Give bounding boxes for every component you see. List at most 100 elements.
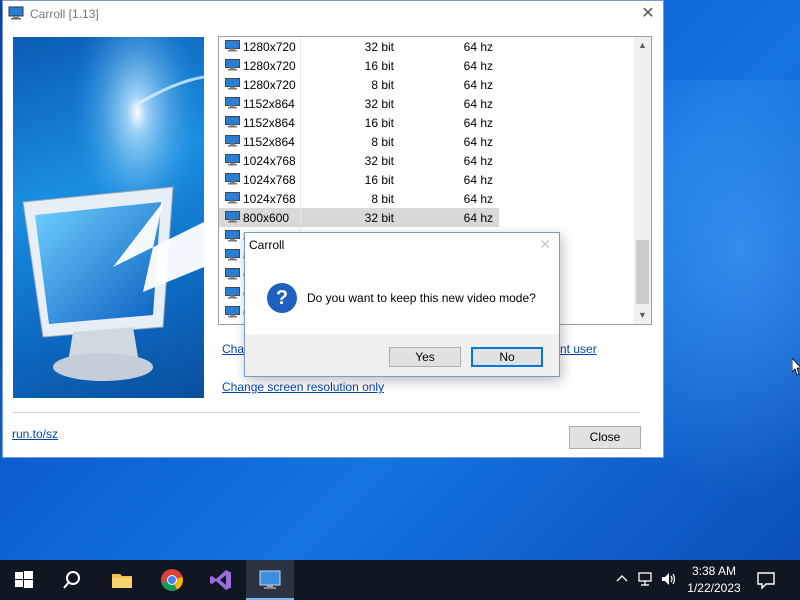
monitor-icon bbox=[225, 40, 240, 52]
chevron-up-icon[interactable] bbox=[616, 573, 628, 585]
close-button[interactable]: Close bbox=[569, 426, 641, 449]
column-separator bbox=[300, 56, 301, 75]
mode-bit-depth: 8 bit bbox=[371, 135, 394, 149]
mode-resolution: 1152x864 bbox=[243, 135, 295, 149]
network-icon[interactable] bbox=[637, 571, 655, 587]
mode-bit-depth: 16 bit bbox=[364, 173, 394, 187]
mode-row[interactable]: 1280x720 32 bit 64 hz bbox=[219, 37, 499, 56]
monitor-icon bbox=[225, 192, 240, 204]
dialog-close-icon[interactable]: ✕ bbox=[539, 236, 551, 253]
taskbar-clock[interactable]: 3:38 AM 1/22/2023 bbox=[682, 563, 746, 597]
mode-refresh-rate: 64 hz bbox=[463, 116, 493, 130]
mode-refresh-rate: 64 hz bbox=[463, 59, 493, 73]
mode-row[interactable]: 1024x768 32 bit 64 hz bbox=[219, 151, 499, 170]
list-scrollbar[interactable]: ▲ ▼ bbox=[634, 37, 651, 324]
volume-icon[interactable] bbox=[660, 571, 678, 587]
mode-refresh-rate: 64 hz bbox=[463, 154, 493, 168]
mode-resolution: 1152x864 bbox=[243, 116, 295, 130]
mode-bit-depth: 16 bit bbox=[364, 59, 394, 73]
column-separator bbox=[300, 151, 301, 170]
column-separator bbox=[300, 113, 301, 132]
monitor-icon bbox=[225, 173, 240, 185]
mode-bit-depth: 32 bit bbox=[364, 154, 394, 168]
no-button[interactable]: No bbox=[471, 347, 543, 367]
close-icon[interactable]: ✕ bbox=[637, 4, 659, 24]
mode-resolution: 1024x768 bbox=[243, 192, 296, 206]
column-separator bbox=[300, 189, 301, 208]
search-icon[interactable] bbox=[48, 560, 96, 600]
mode-bit-depth: 32 bit bbox=[364, 211, 394, 225]
monitor-icon bbox=[225, 97, 240, 109]
window-title: Carroll [1.13] bbox=[30, 7, 99, 21]
monitor-icon bbox=[225, 287, 240, 299]
mode-bit-depth: 8 bit bbox=[371, 78, 394, 92]
mode-row[interactable]: 1024x768 8 bit 64 hz bbox=[219, 189, 499, 208]
notification-icon[interactable] bbox=[754, 568, 778, 592]
mode-row[interactable]: 1280x720 8 bit 64 hz bbox=[219, 75, 499, 94]
website-link[interactable]: run.to/sz bbox=[12, 427, 58, 441]
taskbar: 3:38 AM 1/22/2023 bbox=[0, 560, 800, 600]
mode-row[interactable]: 1152x864 16 bit 64 hz bbox=[219, 113, 499, 132]
monitor-icon bbox=[225, 268, 240, 280]
scroll-down-icon[interactable]: ▼ bbox=[634, 307, 651, 324]
column-separator bbox=[300, 37, 301, 56]
chrome-icon[interactable] bbox=[148, 560, 196, 600]
dialog-message: Do you want to keep this new video mode? bbox=[307, 291, 536, 305]
column-separator bbox=[300, 94, 301, 113]
mode-row[interactable]: 1152x864 32 bit 64 hz bbox=[219, 94, 499, 113]
start-icon[interactable] bbox=[0, 560, 48, 600]
monitor-icon bbox=[225, 116, 240, 128]
mode-row[interactable]: 1152x864 8 bit 64 hz bbox=[219, 132, 499, 151]
column-separator bbox=[300, 208, 301, 227]
monitor-icon bbox=[225, 59, 240, 71]
mode-refresh-rate: 64 hz bbox=[463, 97, 493, 111]
change-current-user-link-right[interactable]: nt user bbox=[560, 342, 597, 356]
monitor-icon bbox=[225, 211, 240, 223]
title-bar[interactable]: Carroll [1.13] ✕ bbox=[3, 1, 663, 27]
column-separator bbox=[300, 170, 301, 189]
mode-bit-depth: 32 bit bbox=[364, 40, 394, 54]
mode-resolution: 1024x768 bbox=[243, 154, 296, 168]
monitor-icon bbox=[225, 154, 240, 166]
mode-row[interactable]: 1280x720 16 bit 64 hz bbox=[219, 56, 499, 75]
dialog-title: Carroll bbox=[249, 238, 285, 252]
carroll-taskbar-icon[interactable] bbox=[246, 560, 294, 600]
column-separator bbox=[300, 75, 301, 94]
mode-resolution: 1280x720 bbox=[243, 78, 296, 92]
carroll-window: Carroll [1.13] ✕ 1280x720 32 bit 64 hz 1… bbox=[2, 0, 664, 458]
mode-refresh-rate: 64 hz bbox=[463, 40, 493, 54]
change-current-user-link-left[interactable]: Cha bbox=[222, 342, 244, 356]
monitor-icon bbox=[225, 135, 240, 147]
dialog-button-bar: Yes No bbox=[245, 334, 559, 376]
keep-mode-dialog: Carroll ✕ ? Do you want to keep this new… bbox=[244, 232, 560, 377]
monitor-icon bbox=[225, 230, 240, 242]
visual-studio-icon[interactable] bbox=[197, 560, 245, 600]
mode-bit-depth: 16 bit bbox=[364, 116, 394, 130]
yes-button[interactable]: Yes bbox=[389, 347, 461, 367]
monitor-app-icon bbox=[8, 6, 24, 20]
clock-time: 3:38 AM bbox=[691, 564, 737, 578]
mode-row[interactable]: 800x600 32 bit 64 hz bbox=[219, 208, 499, 227]
system-tray bbox=[612, 560, 682, 600]
scroll-thumb[interactable] bbox=[636, 240, 649, 304]
change-resolution-only-link[interactable]: Change screen resolution only bbox=[222, 380, 384, 394]
file-explorer-icon[interactable] bbox=[98, 560, 146, 600]
scroll-up-icon[interactable]: ▲ bbox=[634, 37, 651, 54]
divider bbox=[13, 412, 640, 413]
mode-bit-depth: 8 bit bbox=[371, 192, 394, 206]
mode-resolution: 1024x768 bbox=[243, 173, 296, 187]
mode-resolution: 800x600 bbox=[243, 211, 290, 225]
mode-refresh-rate: 64 hz bbox=[463, 78, 493, 92]
mode-resolution: 1152x864 bbox=[243, 97, 295, 111]
mode-refresh-rate: 64 hz bbox=[463, 173, 493, 187]
clock-date: 1/22/2023 bbox=[687, 581, 741, 595]
mode-resolution: 1280x720 bbox=[243, 40, 296, 54]
mouse-cursor-icon bbox=[792, 358, 800, 376]
mode-refresh-rate: 64 hz bbox=[463, 211, 493, 225]
monitor-banner-image bbox=[13, 37, 204, 398]
mode-refresh-rate: 64 hz bbox=[463, 192, 493, 206]
question-icon: ? bbox=[267, 283, 297, 313]
monitor-icon bbox=[225, 78, 240, 90]
column-separator bbox=[300, 132, 301, 151]
mode-row[interactable]: 1024x768 16 bit 64 hz bbox=[219, 170, 499, 189]
